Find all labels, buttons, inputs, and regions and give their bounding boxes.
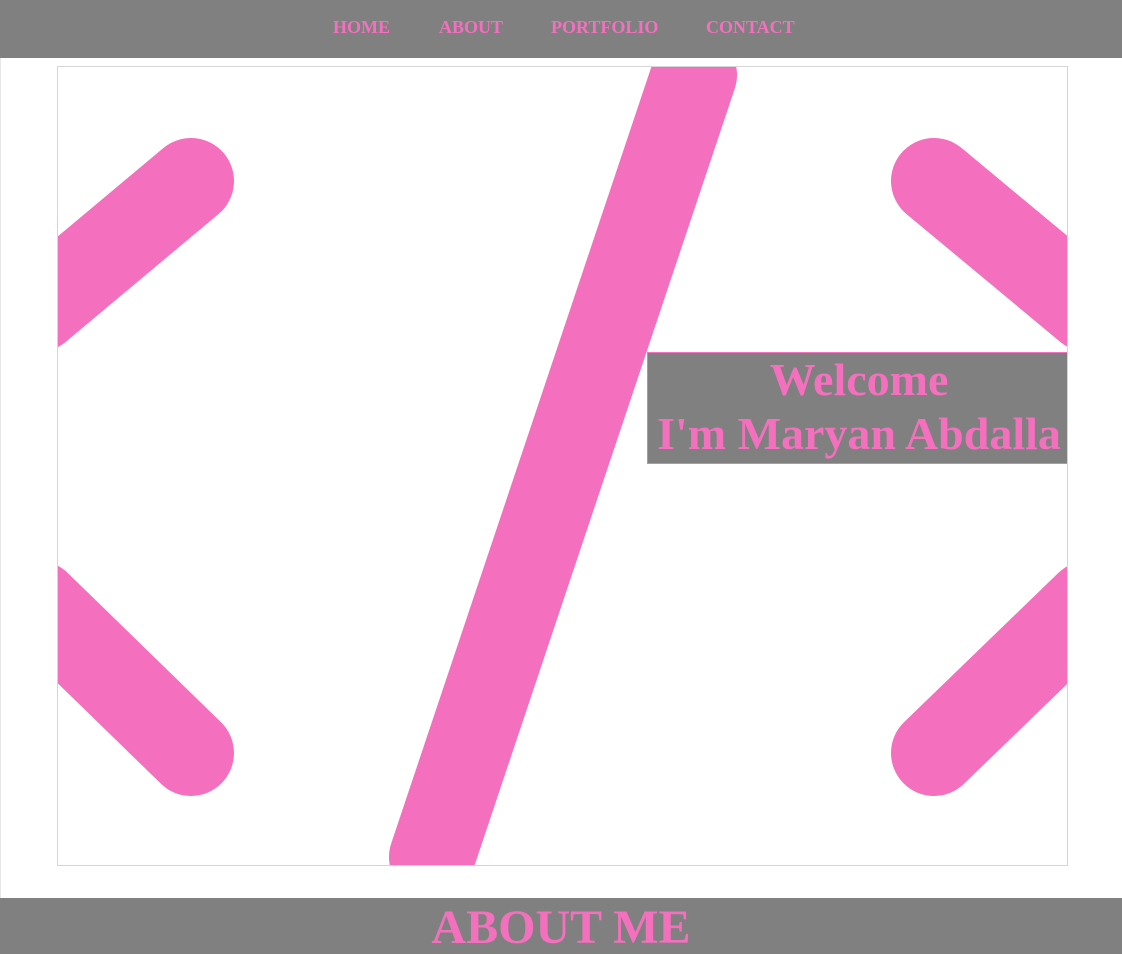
code-brackets-slash-icon xyxy=(58,67,1067,865)
left-bracket-shape xyxy=(58,138,234,796)
welcome-box: Welcome I'm Maryan Abdalla xyxy=(647,352,1067,464)
nav-portfolio-link[interactable]: PORTFOLIO xyxy=(551,17,658,37)
about-heading: ABOUT ME xyxy=(431,901,691,954)
top-nav: HOME ABOUT PORTFOLIO CONTACT xyxy=(0,0,1122,58)
slash-shape xyxy=(389,67,737,865)
hero-section: Welcome I'm Maryan Abdalla xyxy=(57,66,1068,866)
page-edge-divider xyxy=(0,58,1,898)
about-section-header: ABOUT ME xyxy=(0,898,1122,954)
right-bracket-shape xyxy=(891,138,1067,796)
name-text: I'm Maryan Abdalla xyxy=(657,408,1061,459)
nav-about-link[interactable]: ABOUT xyxy=(439,17,503,37)
welcome-text: Welcome xyxy=(769,354,949,405)
nav-contact-link[interactable]: CONTACT xyxy=(706,17,795,37)
nav-home-link[interactable]: HOME xyxy=(333,17,390,37)
